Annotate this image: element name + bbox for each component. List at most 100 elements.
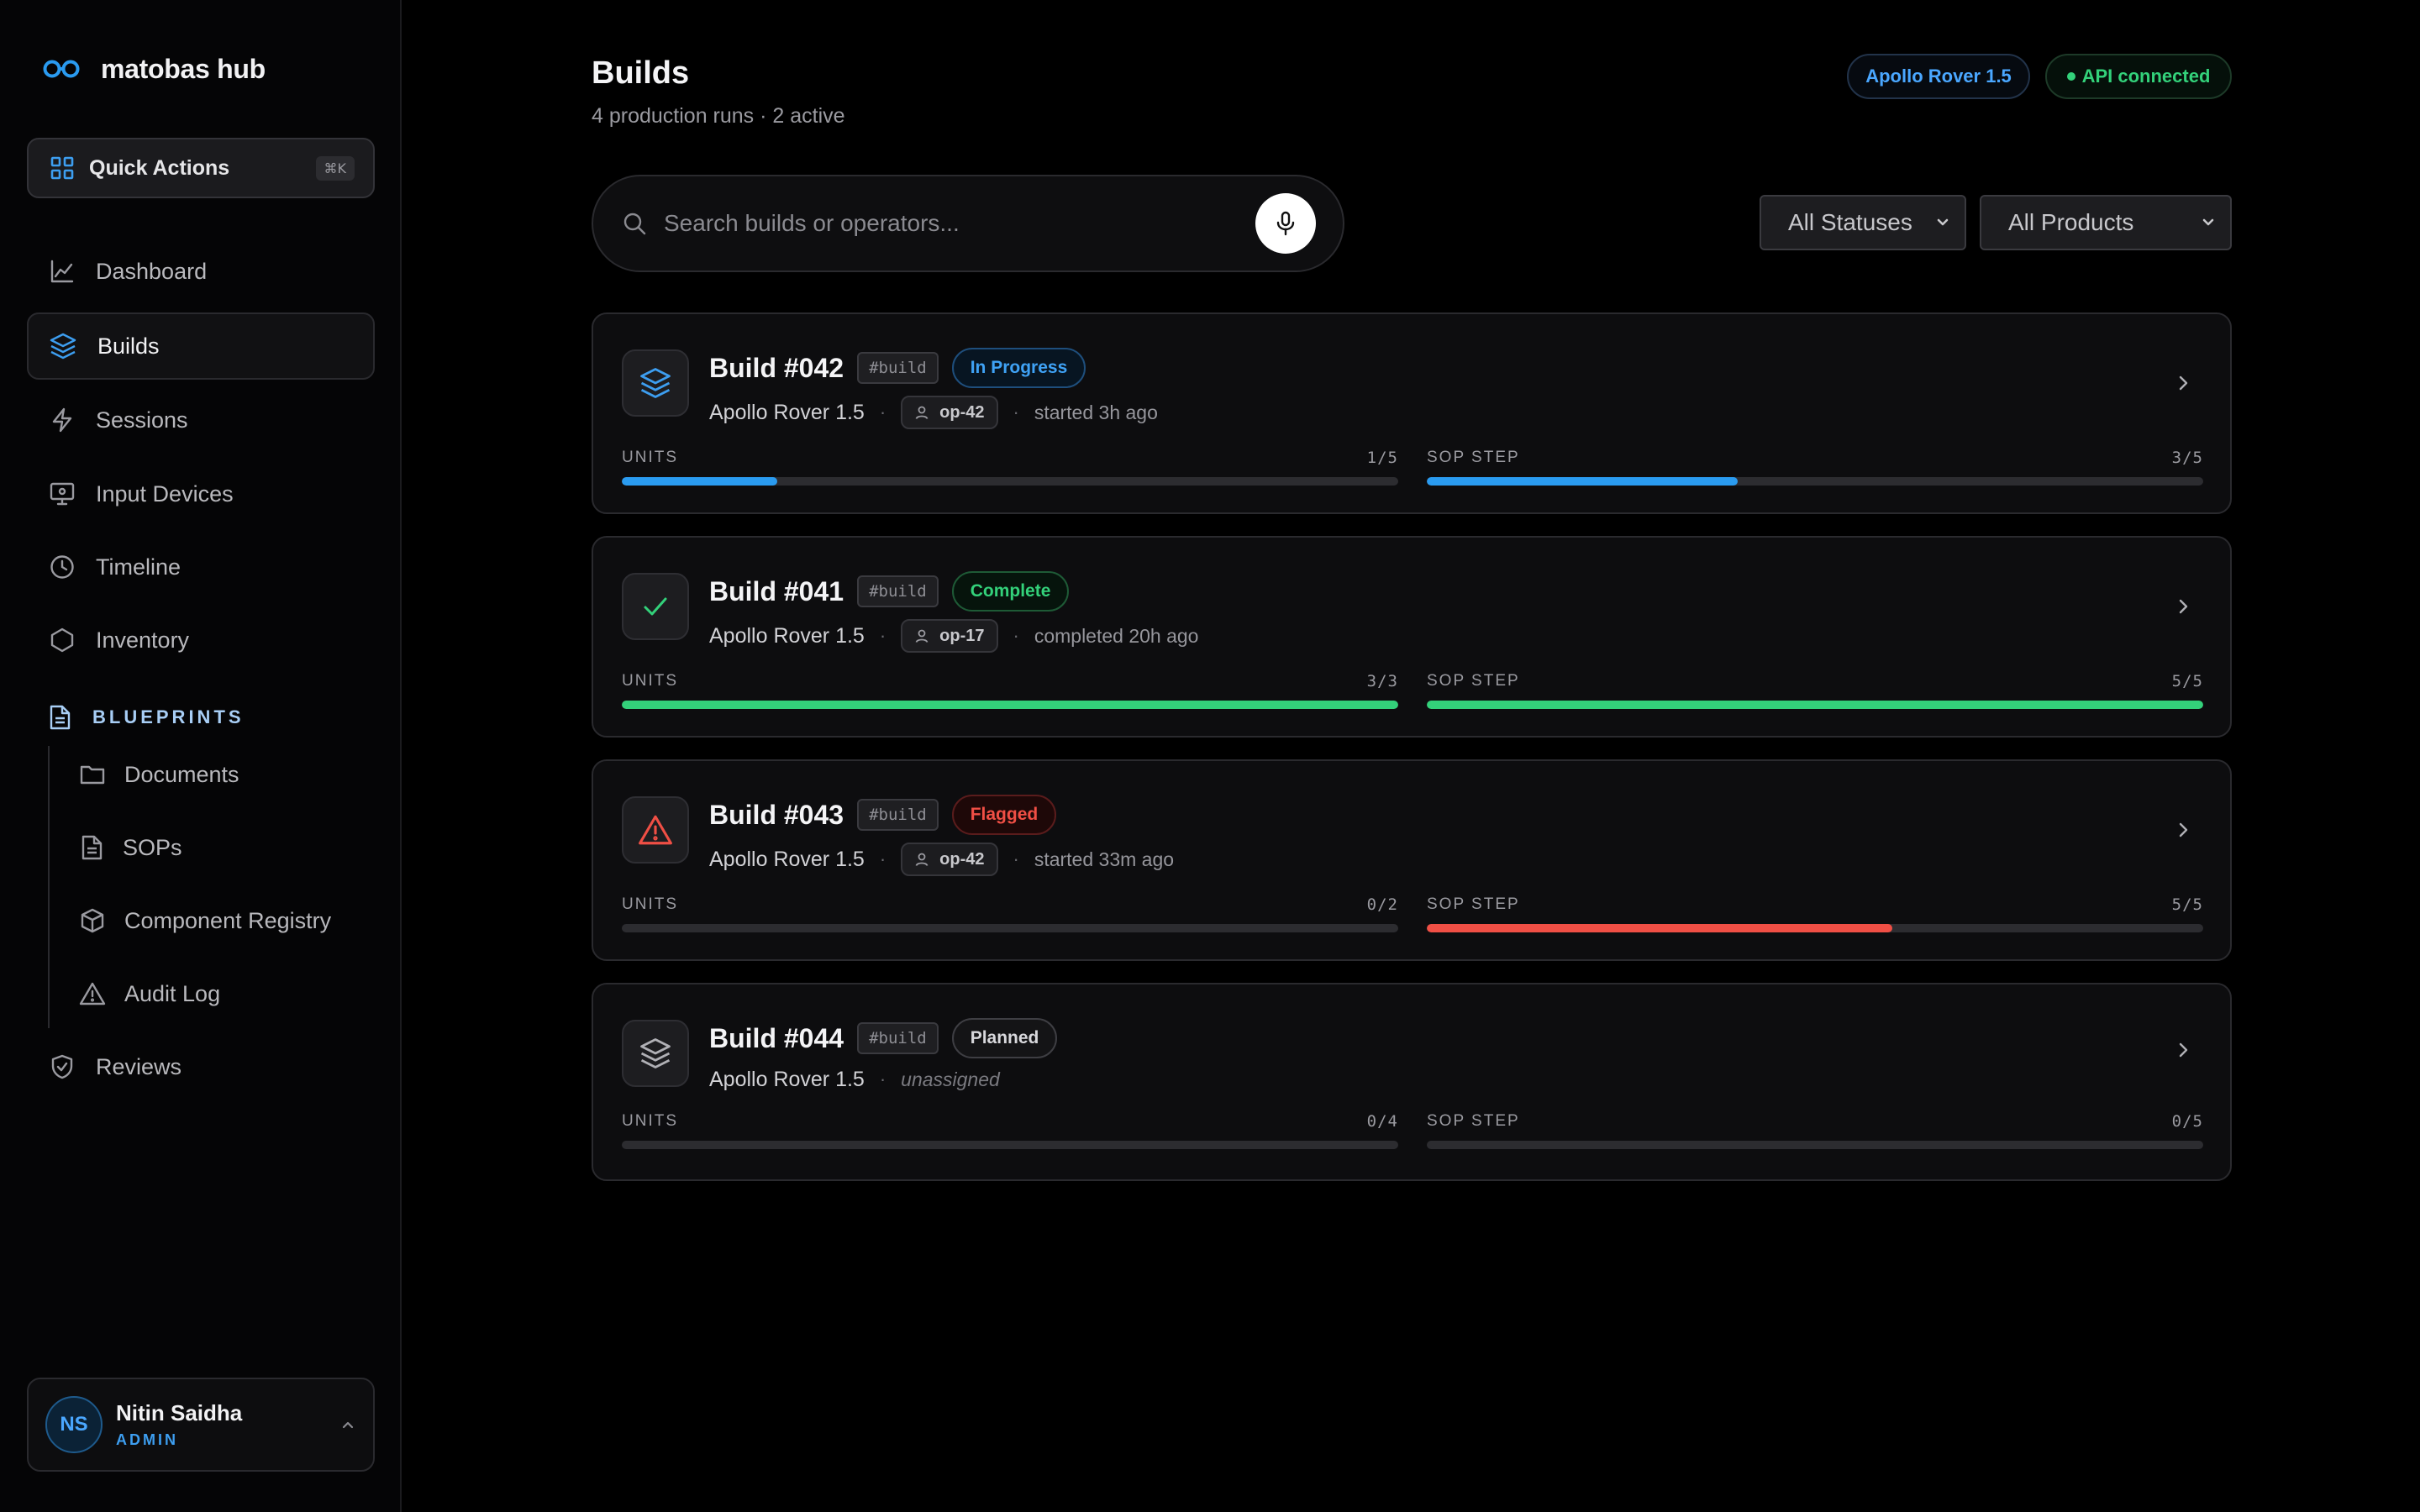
separator: · — [1013, 402, 1019, 423]
units-metric: UNITS 1/5 — [622, 449, 1398, 486]
operator-chip: op-17 — [901, 619, 998, 653]
brand-name: matobas hub — [101, 53, 266, 84]
chart-icon — [50, 260, 74, 283]
units-label: UNITS — [622, 449, 678, 466]
product-filter-value: All Products — [2008, 209, 2134, 235]
sub-item-documents[interactable]: Documents — [79, 749, 239, 800]
sop-metric: SOP STEP 0/5 — [1427, 1112, 2203, 1149]
product-pill[interactable]: Apollo Rover 1.5 — [1847, 54, 2030, 99]
build-time: completed 20h ago — [1034, 624, 1199, 647]
sub-item-audit-log[interactable]: Audit Log — [79, 969, 220, 1019]
build-title-row: Build #042 #build In Progress — [709, 348, 1086, 388]
nav-item-builds[interactable]: Builds — [27, 312, 375, 380]
nav-item-inventory[interactable]: Inventory — [27, 606, 375, 674]
product-name: Apollo Rover 1.5 — [709, 623, 865, 648]
blueprints-divider — [48, 746, 50, 1028]
units-count: 0/4 — [1366, 1112, 1398, 1131]
warning-icon — [79, 982, 106, 1005]
infinity-logo-icon — [43, 60, 80, 78]
units-metric: UNITS 0/2 — [622, 895, 1398, 932]
sop-label: SOP STEP — [1427, 1112, 1520, 1130]
user-role: ADMIN — [116, 1431, 178, 1448]
voice-search-button[interactable] — [1255, 193, 1316, 254]
units-count: 3/3 — [1366, 672, 1398, 690]
build-name: Build #044 — [709, 1022, 844, 1053]
sub-item-label: Audit Log — [124, 980, 221, 1006]
sop-progress-fill — [1427, 924, 1893, 932]
build-card[interactable]: Build #042 #build In Progress Apollo Rov… — [592, 312, 2232, 514]
units-label: UNITS — [622, 672, 678, 690]
nav-label: Builds — [97, 333, 160, 359]
sub-item-label: SOPs — [123, 834, 182, 860]
search-icon — [623, 213, 646, 235]
nav-item-sessions[interactable]: Sessions — [27, 386, 375, 454]
product-filter-select[interactable]: All Products — [1980, 195, 2232, 250]
build-title-row: Build #044 #build Planned — [709, 1018, 1058, 1058]
sop-progress-track — [1427, 1141, 2203, 1149]
build-status-icon — [622, 1020, 689, 1087]
chevron-up-icon — [342, 1421, 354, 1429]
units-label: UNITS — [622, 1112, 678, 1130]
status-badge: Complete — [951, 571, 1070, 612]
sub-item-component-registry[interactable]: Component Registry — [79, 895, 331, 946]
document-icon — [82, 835, 103, 860]
blueprints-section[interactable]: BLUEPRINTS — [47, 704, 245, 731]
build-tag: #build — [857, 352, 939, 384]
quick-actions-button[interactable]: Quick Actions ⌘K — [27, 138, 375, 198]
build-name: Build #041 — [709, 575, 844, 606]
sop-progress-track — [1427, 701, 2203, 709]
status-badge: Flagged — [951, 795, 1057, 835]
document-icon — [50, 705, 71, 730]
check-icon — [644, 597, 667, 616]
units-metric: UNITS 3/3 — [622, 672, 1398, 709]
chevron-right-icon[interactable] — [2173, 820, 2193, 840]
sop-count: 5/5 — [2171, 895, 2203, 914]
build-time: started 3h ago — [1034, 401, 1158, 423]
status-filter-select[interactable]: All Statuses — [1760, 195, 1966, 250]
search-bar — [592, 175, 1344, 272]
nav-label: Inventory — [96, 627, 190, 653]
build-title-row: Build #041 #build Complete — [709, 571, 1070, 612]
build-meta: Apollo Rover 1.5 · op-42 · started 3h ag… — [709, 395, 1158, 430]
user-icon — [915, 853, 929, 866]
sub-item-sops[interactable]: SOPs — [79, 822, 182, 873]
build-card[interactable]: Build #041 #build Complete Apollo Rover … — [592, 536, 2232, 738]
product-name: Apollo Rover 1.5 — [709, 400, 865, 424]
separator: · — [879, 848, 886, 869]
chevron-right-icon[interactable] — [2173, 373, 2193, 393]
operator-chip: op-42 — [901, 396, 998, 429]
bolt-icon — [52, 407, 72, 433]
search-input[interactable] — [664, 210, 1255, 237]
status-filter-value: All Statuses — [1788, 209, 1912, 235]
nav-item-dashboard[interactable]: Dashboard — [27, 238, 375, 305]
build-time: started 33m ago — [1034, 848, 1175, 870]
build-tag: #build — [857, 799, 939, 831]
sub-item-label: Component Registry — [124, 907, 332, 933]
operator-id: op-42 — [939, 849, 985, 869]
chevron-right-icon[interactable] — [2173, 596, 2193, 617]
nav-item-reviews[interactable]: Reviews — [27, 1033, 375, 1100]
nav-label: Dashboard — [96, 258, 208, 284]
clock-icon — [50, 555, 74, 579]
build-tag: #build — [857, 1022, 939, 1054]
sop-metric: SOP STEP 5/5 — [1427, 672, 2203, 709]
nav-label: Input Devices — [96, 480, 234, 507]
sop-count: 5/5 — [2171, 672, 2203, 690]
api-status-pill: API connected — [2045, 54, 2232, 99]
nav-item-input-devices[interactable]: Input Devices — [27, 460, 375, 528]
units-progress-track — [622, 477, 1398, 486]
nav-item-timeline[interactable]: Timeline — [27, 533, 375, 601]
build-card[interactable]: Build #044 #build Planned Apollo Rover 1… — [592, 983, 2232, 1181]
chevron-right-icon[interactable] — [2173, 1040, 2193, 1060]
units-progress-fill — [622, 701, 1398, 709]
user-menu[interactable]: NS Nitin Saidha ADMIN — [27, 1378, 375, 1472]
sop-count: 0/5 — [2171, 1112, 2203, 1131]
build-card[interactable]: Build #043 #build Flagged Apollo Rover 1… — [592, 759, 2232, 961]
shortcut-badge: ⌘K — [315, 155, 355, 181]
folder-icon — [80, 765, 105, 785]
operator-chip: op-42 — [901, 843, 998, 876]
avatar: NS — [45, 1396, 103, 1453]
brand[interactable]: matobas hub — [42, 50, 266, 87]
build-name: Build #042 — [709, 352, 844, 383]
sidebar: matobas hub Quick Actions ⌘K Dashboard B… — [0, 0, 402, 1512]
